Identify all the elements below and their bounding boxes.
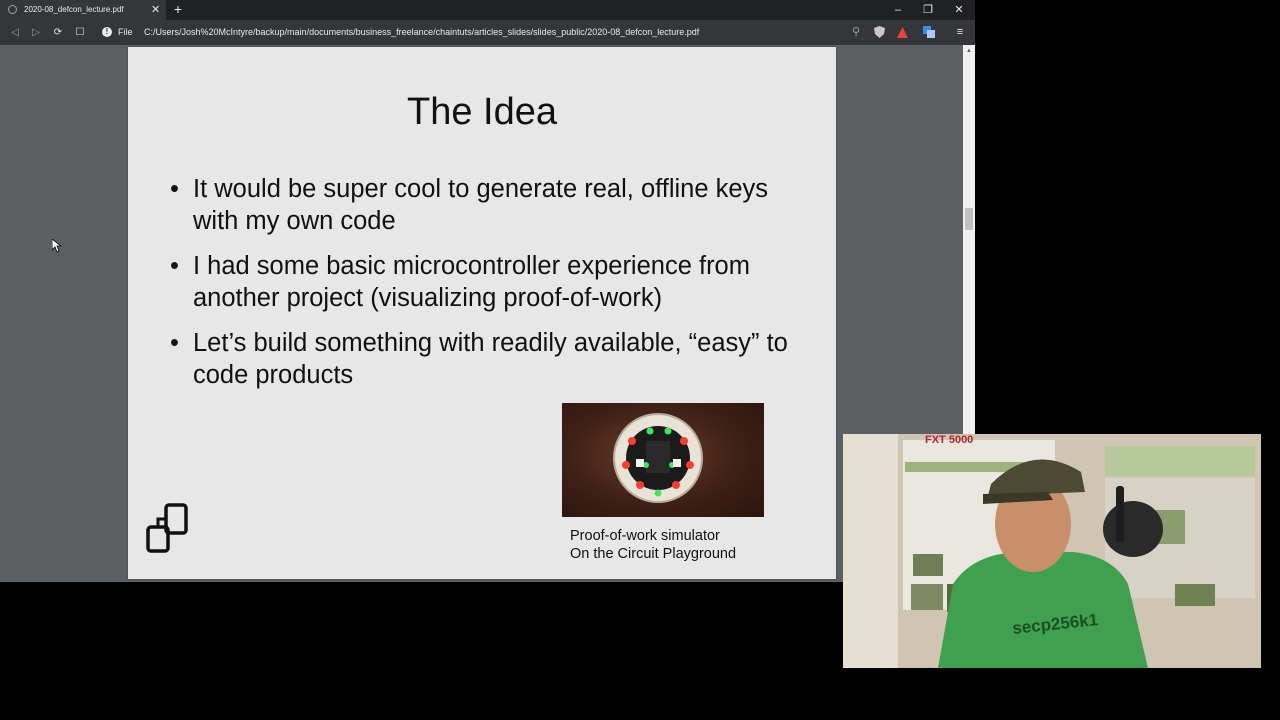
poster-title: FXT 5000 (925, 434, 973, 446)
bullet-list: It would be super cool to generate real,… (170, 173, 810, 404)
tab-pdf[interactable]: 2020-08_defcon_lecture.pdf ✕ (0, 0, 166, 20)
reload-button[interactable]: ⟳ (49, 20, 67, 45)
translate-icon[interactable] (920, 20, 938, 45)
window-close-button[interactable]: ✕ (944, 0, 974, 20)
chaintuts-logo-icon (146, 503, 188, 553)
bullet-item: I had some basic microcontroller experie… (170, 250, 810, 314)
browser-toolbar: ◁ ▷ ⟳ ☐ ! File C:/Users/Josh%20McIntyre/… (0, 20, 975, 45)
scroll-up-arrow-icon[interactable]: ▲ (963, 47, 975, 55)
browser-window: 2020-08_defcon_lecture.pdf ✕ + – ❐ ✕ ◁ ▷… (0, 0, 975, 582)
globe-icon (8, 5, 17, 14)
restore-button[interactable]: ❐ (913, 0, 943, 20)
shield-icon[interactable] (870, 20, 888, 45)
caption-line: Proof-of-work simulator (570, 528, 720, 544)
forward-button[interactable]: ▷ (27, 20, 45, 45)
new-tab-button[interactable]: + (171, 0, 185, 20)
tab-close-icon[interactable]: ✕ (151, 0, 160, 20)
slide-title: The Idea (407, 91, 557, 133)
menu-icon[interactable]: ≡ (951, 20, 969, 45)
pdf-page: The Idea It would be super cool to gener… (128, 47, 836, 579)
bookmark-button[interactable]: ☐ (71, 20, 89, 45)
scrollbar-thumb[interactable] (965, 208, 973, 230)
webcam-video: FXT 5000 secp256k1 (843, 434, 1261, 668)
mouse-cursor-icon (52, 239, 62, 253)
tab-title: 2020-08_defcon_lecture.pdf (24, 5, 124, 14)
bullet-item: Let’s build something with readily avail… (170, 327, 810, 391)
info-icon[interactable]: ! (102, 27, 112, 37)
circuit-playground-photo (562, 403, 764, 517)
url-text[interactable]: C:/Users/Josh%20McIntyre/backup/main/doc… (144, 23, 699, 42)
bullet-item: It would be super cool to generate real,… (170, 173, 810, 237)
caption-line: On the Circuit Playground (570, 546, 737, 562)
zoom-icon[interactable]: ⚲ (847, 20, 865, 45)
warning-icon[interactable] (893, 20, 911, 45)
address-bar[interactable]: ! File C:/Users/Josh%20McIntyre/backup/m… (98, 23, 868, 42)
back-button[interactable]: ◁ (6, 20, 24, 45)
url-scheme-label: File (118, 27, 133, 37)
photo-caption: Proof-of-work simulator On the Circuit P… (570, 527, 810, 563)
tab-bar: 2020-08_defcon_lecture.pdf ✕ + – ❐ ✕ (0, 0, 975, 20)
minimize-button[interactable]: – (883, 0, 913, 20)
webcam-overlay: FXT 5000 secp256k1 (843, 434, 1261, 668)
